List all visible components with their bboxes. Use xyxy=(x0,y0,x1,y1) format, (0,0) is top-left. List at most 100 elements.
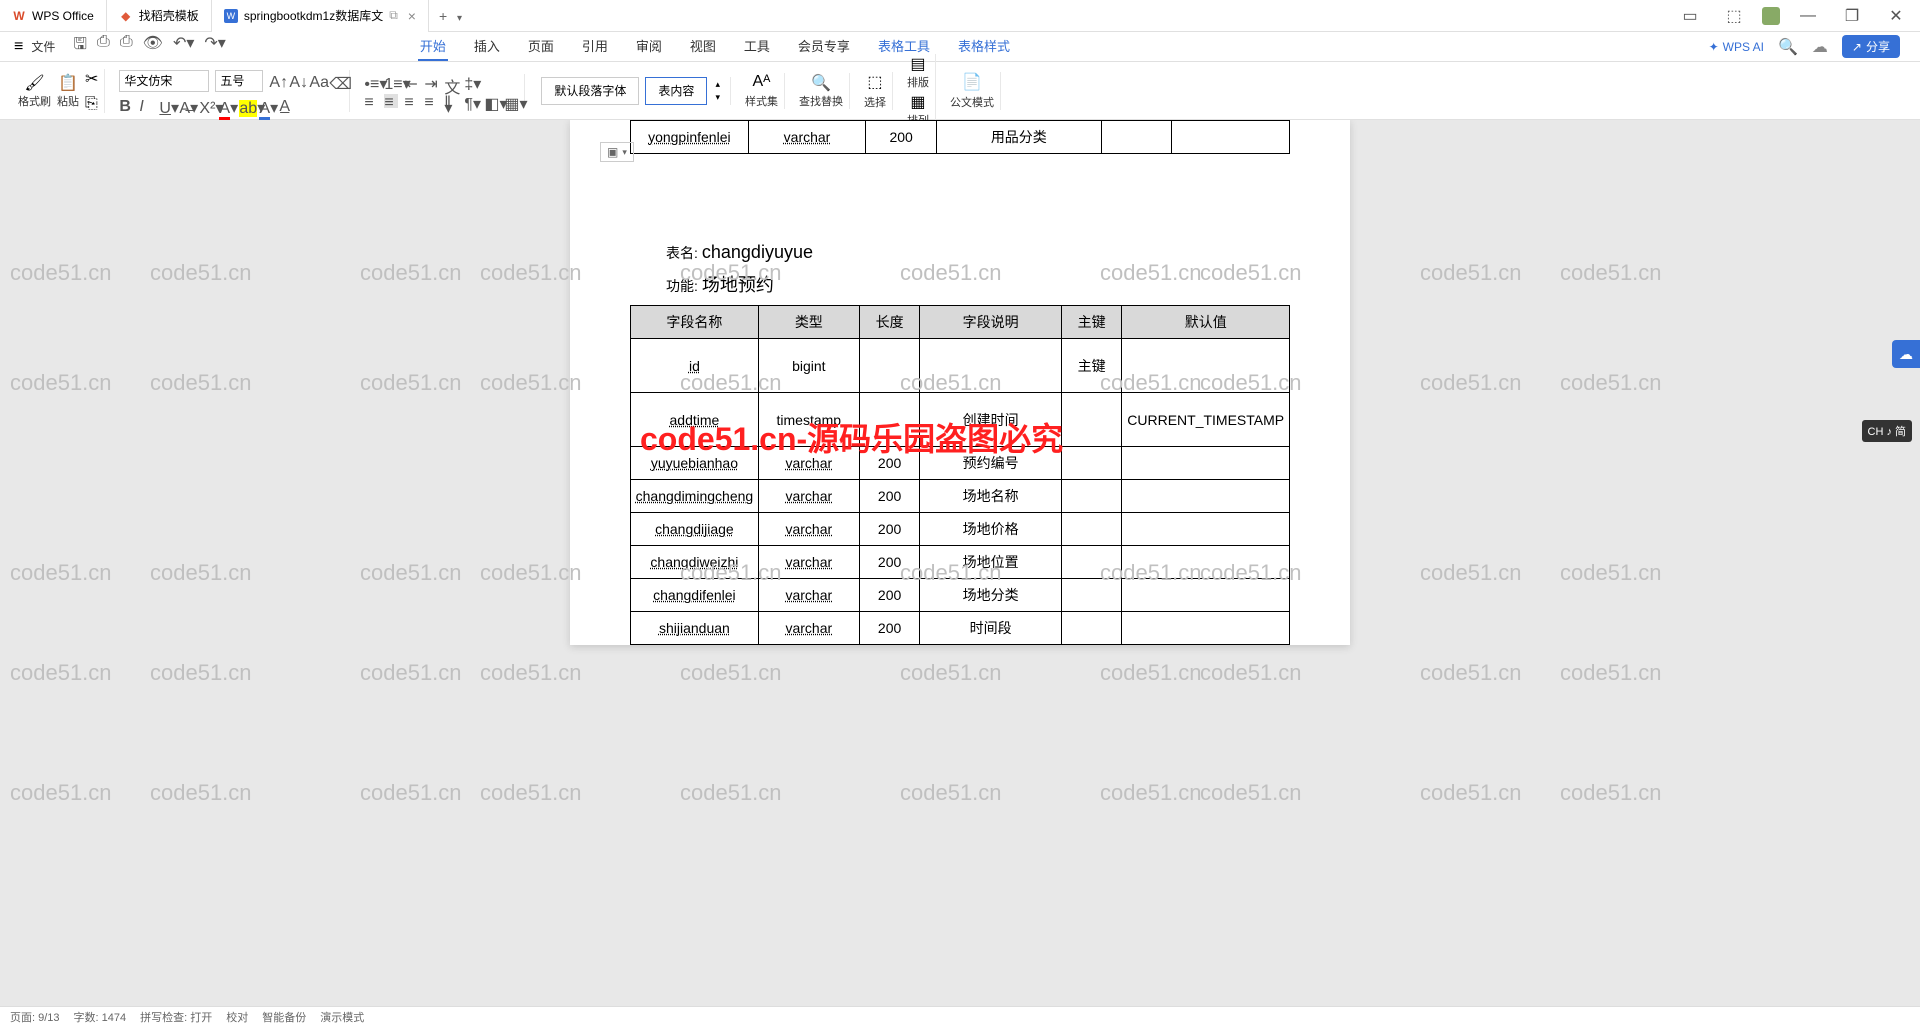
decrease-indent-icon[interactable]: ⇤ xyxy=(404,74,418,88)
text-direction-icon[interactable]: 文▾ xyxy=(444,74,458,88)
align-right-icon[interactable]: ≡ xyxy=(404,94,418,108)
format-brush-icon[interactable]: 🖌 xyxy=(18,73,51,93)
fill-color-icon[interactable]: ◧▾ xyxy=(484,94,498,108)
tab-reference[interactable]: 引用 xyxy=(580,32,610,61)
maximize-button[interactable]: ❐ xyxy=(1836,2,1868,30)
share-button[interactable]: ↗ 分享 xyxy=(1842,35,1900,58)
change-case-icon[interactable]: Aa xyxy=(309,74,323,88)
layout-icon[interactable]: ▤ xyxy=(907,54,929,74)
table-row[interactable]: idbigint主键 xyxy=(631,339,1290,393)
redo-icon[interactable]: ↷▾ xyxy=(204,33,225,60)
file-menu[interactable]: ≡ 文件 xyxy=(8,38,61,56)
tab-wps-home[interactable]: W WPS Office xyxy=(0,0,107,32)
undo-icon[interactable]: ↶▾ xyxy=(173,33,194,60)
strike-icon[interactable]: A̶▾ xyxy=(179,98,193,112)
tab-template[interactable]: ◆ 找稻壳模板 xyxy=(107,0,212,32)
styleset-group[interactable]: Aᴬ 样式集 xyxy=(739,73,785,109)
shading-icon[interactable]: A▾ xyxy=(259,98,273,112)
line-spacing-icon[interactable]: ‡▾ xyxy=(464,74,478,88)
add-tab-button[interactable]: + ▾ xyxy=(429,8,472,24)
font-family-select[interactable] xyxy=(119,70,209,92)
table-row[interactable]: shijianduanvarchar200时间段 xyxy=(631,612,1290,645)
grey-watermark: code51.cn xyxy=(900,780,1002,806)
copy-icon[interactable]: ⎘ xyxy=(85,95,98,113)
border-icon[interactable]: ▦▾ xyxy=(504,94,518,108)
cell-len: 200 xyxy=(859,513,920,546)
increase-indent-icon[interactable]: ⇥ xyxy=(424,74,438,88)
cube-icon[interactable]: ⬚ xyxy=(1718,2,1750,30)
style-scroll-down-icon[interactable]: ▾ xyxy=(715,92,720,103)
style-default[interactable]: 默认段落字体 xyxy=(541,77,639,105)
table-row[interactable]: changdijiagevarchar200场地价格 xyxy=(631,513,1290,546)
tab-start[interactable]: 开始 xyxy=(418,32,448,61)
close-button[interactable]: ✕ xyxy=(1880,2,1912,30)
minimize-button[interactable]: — xyxy=(1792,2,1824,30)
arrange-icon[interactable]: ▦ xyxy=(907,92,929,112)
cut-icon[interactable]: ✂ xyxy=(85,69,98,89)
font-size-select[interactable] xyxy=(215,70,263,92)
close-icon[interactable]: × xyxy=(408,8,416,24)
table-row[interactable]: yongpinfenlei varchar 200 用品分类 xyxy=(631,121,1290,154)
paste-icon[interactable]: 📋 xyxy=(57,73,79,93)
tab-table-style[interactable]: 表格样式 xyxy=(956,32,1012,61)
paragraph-spacing-icon[interactable]: ¶▾ xyxy=(464,94,478,108)
status-backup[interactable]: 智能备份 xyxy=(262,1009,306,1025)
font-color-icon[interactable]: A▾ xyxy=(219,98,233,112)
tab-page[interactable]: 页面 xyxy=(526,32,556,61)
number-list-icon[interactable]: 1≡▾ xyxy=(384,74,398,88)
tab-view[interactable]: 视图 xyxy=(688,32,718,61)
save-icon[interactable]: 🖫 xyxy=(73,33,87,60)
tab-review[interactable]: 审阅 xyxy=(634,32,664,61)
search-icon[interactable]: 🔍 xyxy=(1778,37,1798,57)
preview-icon[interactable]: 👁 xyxy=(143,33,163,60)
cell-field: id xyxy=(689,358,700,374)
document-area[interactable]: ▣▾ yongpinfenlei varchar 200 用品分类 表名: ch… xyxy=(0,120,1920,1006)
cloud-side-widget[interactable]: ☁ xyxy=(1892,340,1920,368)
style-scroll-up-icon[interactable]: ▴ xyxy=(715,79,720,90)
cell-len: 200 xyxy=(859,546,920,579)
clear-format-icon[interactable]: ⌫ xyxy=(329,74,343,88)
align-center-icon[interactable]: ≡ xyxy=(384,94,398,108)
screenshot-icon[interactable]: ▭ xyxy=(1674,2,1706,30)
table-row[interactable]: changdifenleivarchar200场地分类 xyxy=(631,579,1290,612)
grey-watermark: code51.cn xyxy=(480,370,582,396)
bold-icon[interactable]: B xyxy=(119,98,133,112)
tab-member[interactable]: 会员专享 xyxy=(796,32,852,61)
status-words[interactable]: 字数: 1474 xyxy=(74,1009,127,1025)
export-icon[interactable]: ⎙ xyxy=(97,33,110,60)
template-icon: ◆ xyxy=(119,9,133,23)
table-handle-icon[interactable]: ▣▾ xyxy=(600,142,634,162)
cloud-icon[interactable]: ☁ xyxy=(1812,37,1828,57)
bullet-list-icon[interactable]: •≡▾ xyxy=(364,74,378,88)
status-proof[interactable]: 校对 xyxy=(226,1009,248,1025)
avatar-icon[interactable] xyxy=(1762,7,1780,25)
wps-ai-button[interactable]: ✦WPS AI xyxy=(1709,40,1764,54)
status-page[interactable]: 页面: 9/13 xyxy=(10,1009,60,1025)
table-row[interactable]: changdiweizhivarchar200场地位置 xyxy=(631,546,1290,579)
style-body[interactable]: 表内容 xyxy=(645,77,707,105)
official-doc-group[interactable]: 📄 公文模式 xyxy=(944,72,1001,110)
italic-icon[interactable]: I xyxy=(139,98,153,112)
increase-font-icon[interactable]: A↑ xyxy=(269,74,283,88)
underline-icon[interactable]: U▾ xyxy=(159,98,173,112)
menu-bar: ≡ 文件 🖫 ⎙ ⎙ 👁 ↶▾ ↷▾ 开始 插入 页面 引用 审阅 视图 工具 … xyxy=(0,32,1920,62)
char-border-icon[interactable]: A̲ xyxy=(279,98,293,112)
ime-badge[interactable]: CH ♪ 简 xyxy=(1862,420,1913,442)
print-icon[interactable]: ⎙ xyxy=(120,33,133,60)
table-row[interactable]: changdimingchengvarchar200场地名称 xyxy=(631,480,1290,513)
align-justify-icon[interactable]: ≡ xyxy=(424,94,438,108)
tab-popup-icon[interactable]: ⧉ xyxy=(389,8,398,23)
highlight-icon[interactable]: ab▾ xyxy=(239,98,253,112)
find-icon[interactable]: 🔍 xyxy=(799,73,843,93)
tab-document[interactable]: W springbootkdm1z数据库文 ⧉ × xyxy=(212,0,429,32)
status-readmode[interactable]: 演示模式 xyxy=(320,1009,364,1025)
decrease-font-icon[interactable]: A↓ xyxy=(289,74,303,88)
tab-insert[interactable]: 插入 xyxy=(472,32,502,61)
distribute-icon[interactable]: ‖ xyxy=(444,94,458,108)
select-group[interactable]: ⬚ 选择 xyxy=(858,72,893,110)
grey-watermark: code51.cn xyxy=(1560,780,1662,806)
tab-tools[interactable]: 工具 xyxy=(742,32,772,61)
superscript-icon[interactable]: X²▾ xyxy=(199,98,213,112)
align-left-icon[interactable]: ≡ xyxy=(364,94,378,108)
status-spell[interactable]: 拼写检查: 打开 xyxy=(140,1009,212,1025)
